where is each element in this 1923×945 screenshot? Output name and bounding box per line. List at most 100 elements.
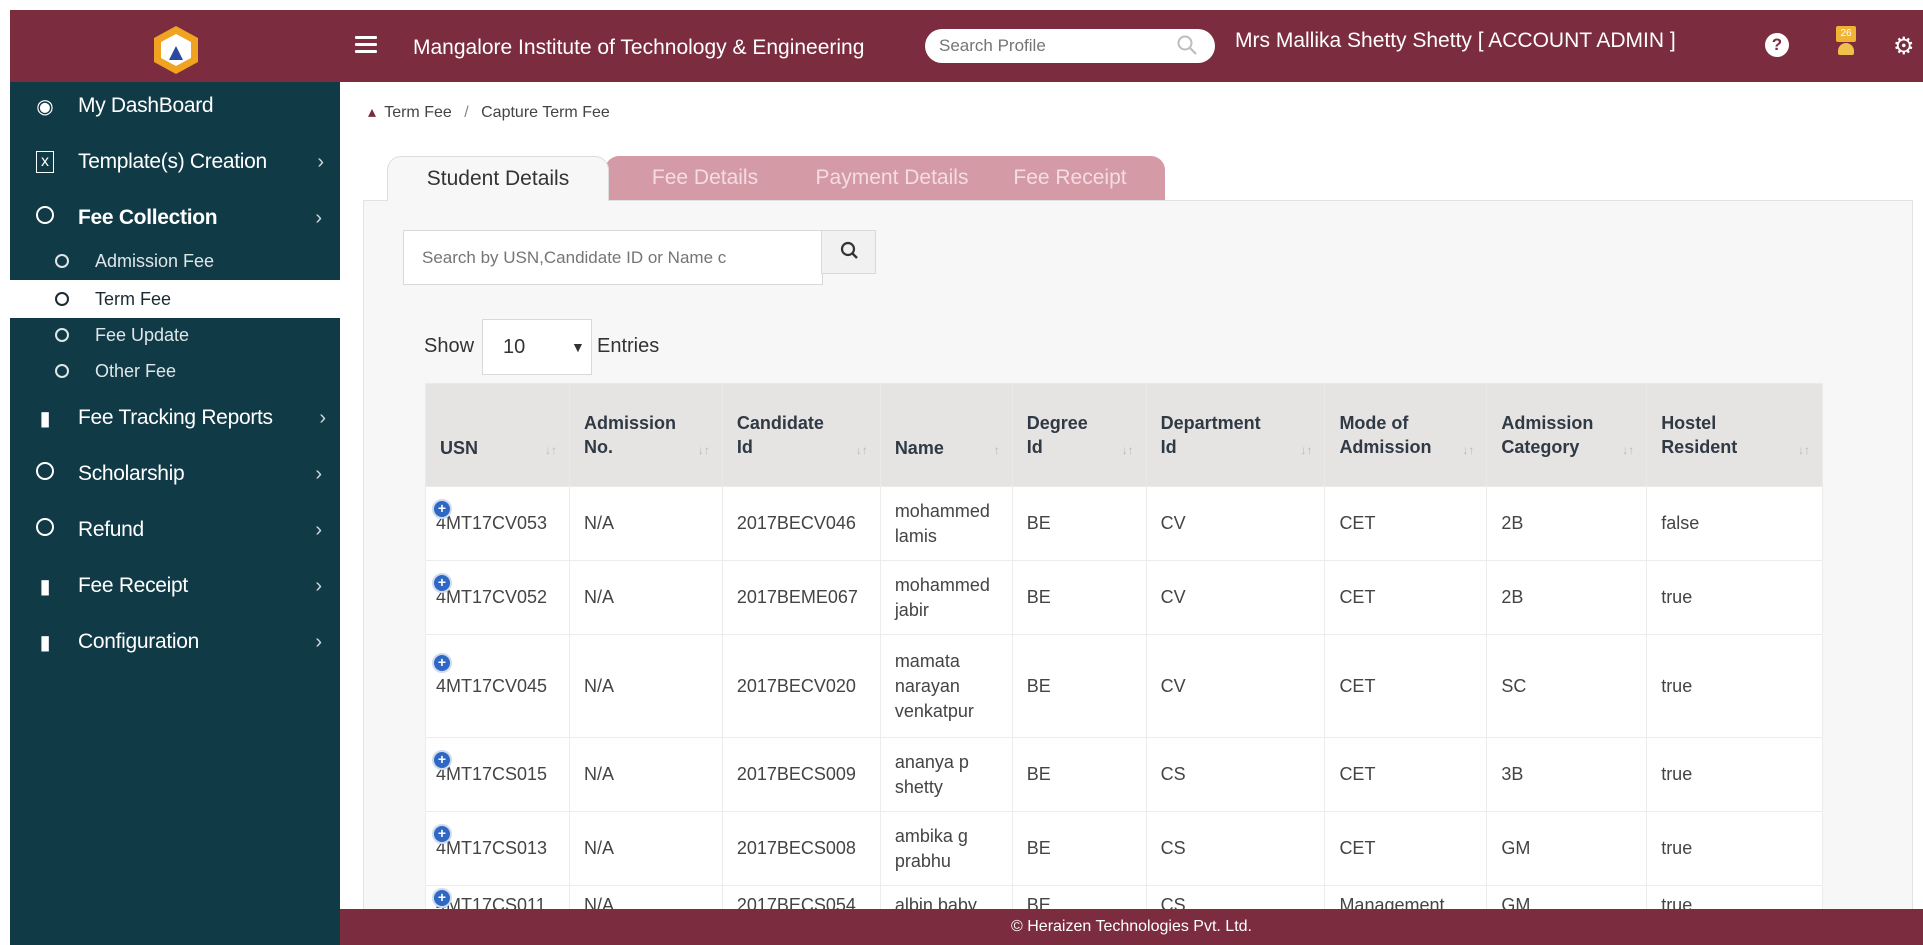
column-header-admission-category[interactable]: Admission Category ↓↑: [1486, 383, 1648, 487]
expand-row-icon[interactable]: +: [432, 573, 452, 593]
column-header-degree-id[interactable]: Degree Id ↓↑: [1011, 383, 1147, 487]
search-profile-input[interactable]: [925, 29, 1215, 63]
sidebar-item-label: Template(s) Creation: [78, 150, 267, 173]
sitemap-icon: ▴: [368, 104, 377, 121]
settings-gear-icon[interactable]: ⚙: [1893, 32, 1915, 61]
cell-candidate-id: 2017BECS009: [721, 737, 881, 812]
cell-admission-category: 2B: [1486, 560, 1648, 635]
search-icon[interactable]: [1176, 34, 1198, 56]
column-header-candidate-id[interactable]: Candidate Id ↓↑: [721, 383, 881, 487]
chevron-down-icon: ▼: [571, 339, 585, 355]
cell-hostel-resident: true: [1646, 560, 1823, 635]
cell-degree-id: BE: [1011, 486, 1147, 561]
cell-admission-category: GM: [1486, 811, 1648, 886]
sidebar-item-scholarship[interactable]: Scholarship ›: [10, 450, 340, 498]
expand-row-icon[interactable]: +: [432, 750, 452, 770]
cell-name: ambika g prabhu: [879, 811, 1013, 886]
circle-icon: [30, 518, 60, 542]
column-header-mode-of-admission[interactable]: Mode of Admission ↓↑: [1324, 383, 1488, 487]
column-header-admission-no[interactable]: Admission No. ↓↑: [568, 383, 723, 487]
sidebar-subitem-admission-fee[interactable]: Admission Fee: [10, 242, 340, 280]
table-row[interactable]: +4MT17CS015 N/A 2017BECS009 ananya p shet…: [425, 737, 1823, 812]
sort-icon: ↓↑: [1462, 443, 1475, 457]
expand-row-icon[interactable]: +: [432, 824, 452, 844]
entries-label: Entries: [597, 335, 660, 357]
search-icon: [840, 241, 858, 259]
tab-student-details[interactable]: Student Details: [387, 156, 609, 201]
expand-row-icon[interactable]: +: [432, 888, 452, 908]
sidebar-item-label: Refund: [78, 518, 144, 541]
sidebar-item-fee-receipt[interactable]: ▮ Fee Receipt ›: [10, 562, 340, 610]
expand-row-icon[interactable]: +: [432, 499, 452, 519]
cell-usn: +4MT17CS013: [425, 811, 570, 886]
search-button[interactable]: [821, 230, 876, 274]
expand-row-icon[interactable]: +: [432, 653, 452, 673]
cell-name: mohammed jabir: [879, 560, 1013, 635]
breadcrumb-current: Capture Term Fee: [481, 104, 610, 121]
help-icon[interactable]: ?: [1765, 33, 1789, 57]
cell-mode-of-admission: CET: [1324, 486, 1488, 561]
chevron-right-icon: ›: [315, 518, 322, 541]
sort-icon: ↓↑: [544, 443, 557, 457]
cell-candidate-id: 2017BECS008: [721, 811, 881, 886]
dashboard-icon: ◉: [36, 95, 54, 118]
sidebar-item-fee-tracking-reports[interactable]: ▮ Fee Tracking Reports ›: [10, 394, 340, 442]
circle-icon: [55, 364, 69, 378]
entries-select[interactable]: 10 ▼: [482, 319, 592, 375]
students-table: USN ↓↑ Admission No. ↓↑ Candidate Id ↓↑ Name ↑…: [425, 383, 1823, 926]
sidebar-subitem-other-fee[interactable]: Other Fee: [10, 352, 340, 390]
top-bar: Mangalore Institute of Technology & Engi…: [10, 10, 1923, 82]
cell-admission-no: N/A: [568, 560, 723, 635]
cell-admission-no: N/A: [568, 737, 723, 812]
student-search-input[interactable]: [403, 230, 823, 285]
hamburger-menu-icon[interactable]: [355, 36, 377, 54]
breadcrumb: ▴ Term Fee / Capture Term Fee: [368, 102, 610, 122]
sidebar-subitem-label: Other Fee: [95, 360, 177, 381]
cell-name: ananya p shetty: [879, 737, 1013, 812]
sidebar: ◉ My DashBoard x Template(s) Creation › …: [10, 82, 340, 945]
column-header-department-id[interactable]: Department Id ↓↑: [1145, 383, 1326, 487]
breadcrumb-term-fee-link[interactable]: Term Fee: [384, 104, 452, 121]
cell-usn: +4MT17CV053: [425, 486, 570, 561]
circle-icon: [55, 328, 69, 342]
sidebar-subitem-fee-update[interactable]: Fee Update: [10, 316, 340, 354]
sidebar-subitem-term-fee[interactable]: Term Fee: [10, 280, 340, 318]
notification-count-badge: 26: [1836, 26, 1856, 42]
circle-icon: [55, 254, 69, 268]
cell-name: mamata narayan venkatpur: [879, 634, 1013, 738]
column-header-hostel-resident[interactable]: Hostel Resident ↓↑: [1646, 383, 1823, 487]
institute-name: Mangalore Institute of Technology & Engi…: [413, 36, 865, 59]
sidebar-item-fee-collection[interactable]: Fee Collection ›: [10, 194, 340, 242]
tab-fee-details[interactable]: Fee Details: [605, 156, 805, 200]
cell-mode-of-admission: CET: [1324, 634, 1488, 738]
circle-icon: [30, 206, 60, 230]
table-row[interactable]: +4MT17CV045 N/A 2017BECV020 mamata naraya…: [425, 634, 1823, 738]
cell-mode-of-admission: CET: [1324, 737, 1488, 812]
cell-admission-category: SC: [1486, 634, 1648, 738]
cell-department-id: CS: [1145, 811, 1326, 886]
cell-degree-id: BE: [1011, 811, 1147, 886]
table-row[interactable]: +4MT17CS013 N/A 2017BECS008 ambika g prab…: [425, 811, 1823, 886]
circle-icon: [30, 462, 60, 486]
cell-admission-no: N/A: [568, 634, 723, 738]
cell-usn: +4MT17CS015: [425, 737, 570, 812]
sidebar-item-refund[interactable]: Refund ›: [10, 506, 340, 554]
table-row[interactable]: +4MT17CV052 N/A 2017BEME067 mohammed jabi…: [425, 560, 1823, 635]
column-header-name[interactable]: Name ↑: [879, 383, 1013, 487]
sidebar-item-label: Fee Receipt: [78, 574, 188, 597]
file-icon: ▮: [39, 407, 51, 430]
notification-bell-icon[interactable]: 26: [1834, 20, 1860, 60]
chevron-right-icon: ›: [315, 462, 322, 485]
column-header-usn[interactable]: USN ↓↑: [425, 383, 570, 487]
sidebar-item-dashboard[interactable]: ◉ My DashBoard: [10, 82, 340, 130]
tab-payment-details[interactable]: Payment Details: [776, 156, 1008, 200]
sidebar-item-configuration[interactable]: ▮ Configuration ›: [10, 618, 340, 666]
cell-usn: +4MT17CV045: [425, 634, 570, 738]
table-row[interactable]: +4MT17CV053 N/A 2017BECV046 mohammed lami…: [425, 486, 1823, 561]
show-label: Show: [424, 335, 475, 357]
sidebar-item-template-creation[interactable]: x Template(s) Creation ›: [10, 138, 340, 186]
institute-logo-icon[interactable]: [151, 24, 201, 76]
sidebar-item-label: Fee Tracking Reports: [78, 406, 273, 429]
chevron-right-icon: ›: [317, 150, 324, 173]
user-name[interactable]: Mrs Mallika Shetty Shetty [ ACCOUNT ADMI…: [1235, 29, 1676, 53]
